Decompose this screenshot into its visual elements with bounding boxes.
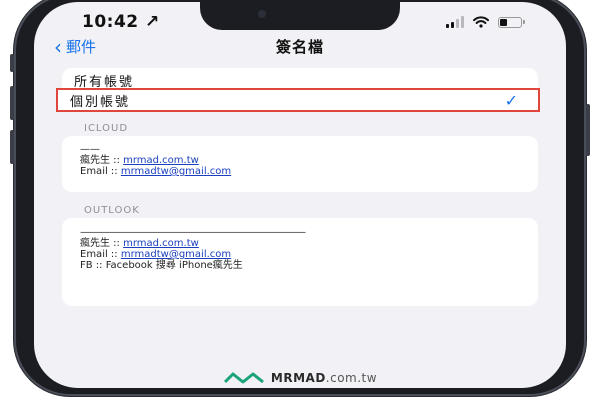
option-label: 所有帳號 bbox=[74, 74, 135, 90]
section-label-icloud: ICLOUD bbox=[84, 123, 129, 134]
signature-line: 瘋先生 :: mrmad.com.tw bbox=[80, 238, 199, 249]
status-time: 10:42 ↗ bbox=[82, 12, 160, 32]
volume-down-button bbox=[10, 130, 14, 164]
option-per-account[interactable]: 個別帳號 ✓ bbox=[56, 88, 540, 112]
signature-line: —— bbox=[80, 144, 100, 155]
signature-editor-icloud[interactable]: —— 瘋先生 :: mrmad.com.tw Email :: mrmadtw@… bbox=[62, 136, 538, 192]
section-label-outlook: OUTLOOK bbox=[84, 205, 140, 216]
watermark: MRMAD.com.tw bbox=[34, 371, 566, 385]
watermark-text: MRMAD.com.tw bbox=[270, 371, 378, 385]
wifi-icon bbox=[473, 16, 489, 28]
mute-switch bbox=[10, 54, 14, 72]
page-title: 簽名檔 bbox=[275, 38, 324, 56]
signature-line: FB :: Facebook 搜尋 iPhone瘋先生 bbox=[80, 260, 243, 271]
signature-link[interactable]: mrmadtw@gmail.com bbox=[121, 166, 231, 177]
signature-link[interactable]: mrmad.com.tw bbox=[123, 155, 199, 166]
signature-line: Email :: mrmadtw@gmail.com bbox=[80, 166, 232, 177]
camera-icon bbox=[258, 10, 266, 18]
signature-editor-outlook[interactable]: ————————————————————————— 瘋先生 :: mrmad.c… bbox=[62, 218, 538, 306]
signature-link[interactable]: mrmad.com.tw bbox=[123, 238, 199, 249]
status-icons bbox=[446, 14, 525, 30]
signature-link[interactable]: mrmadtw@gmail.com bbox=[121, 249, 231, 260]
phone-screen: 10:42 ↗ ‹ 郵件 簽名檔 所有帳號 個別帳號 ✓ ICLOUD —— 瘋… bbox=[34, 2, 566, 388]
battery-icon bbox=[498, 16, 525, 28]
signature-line: Email :: mrmadtw@gmail.com bbox=[80, 249, 232, 260]
cellular-signal-icon bbox=[446, 16, 464, 28]
signature-line: ————————————————————————— bbox=[80, 227, 306, 238]
volume-up-button bbox=[10, 86, 14, 120]
checkmark-icon: ✓ bbox=[504, 90, 520, 110]
mrmad-logo-icon bbox=[223, 372, 264, 384]
signature-line: 瘋先生 :: mrmad.com.tw bbox=[80, 155, 199, 166]
power-button bbox=[586, 104, 590, 156]
notch bbox=[200, 2, 400, 30]
option-label: 個別帳號 bbox=[70, 94, 131, 110]
